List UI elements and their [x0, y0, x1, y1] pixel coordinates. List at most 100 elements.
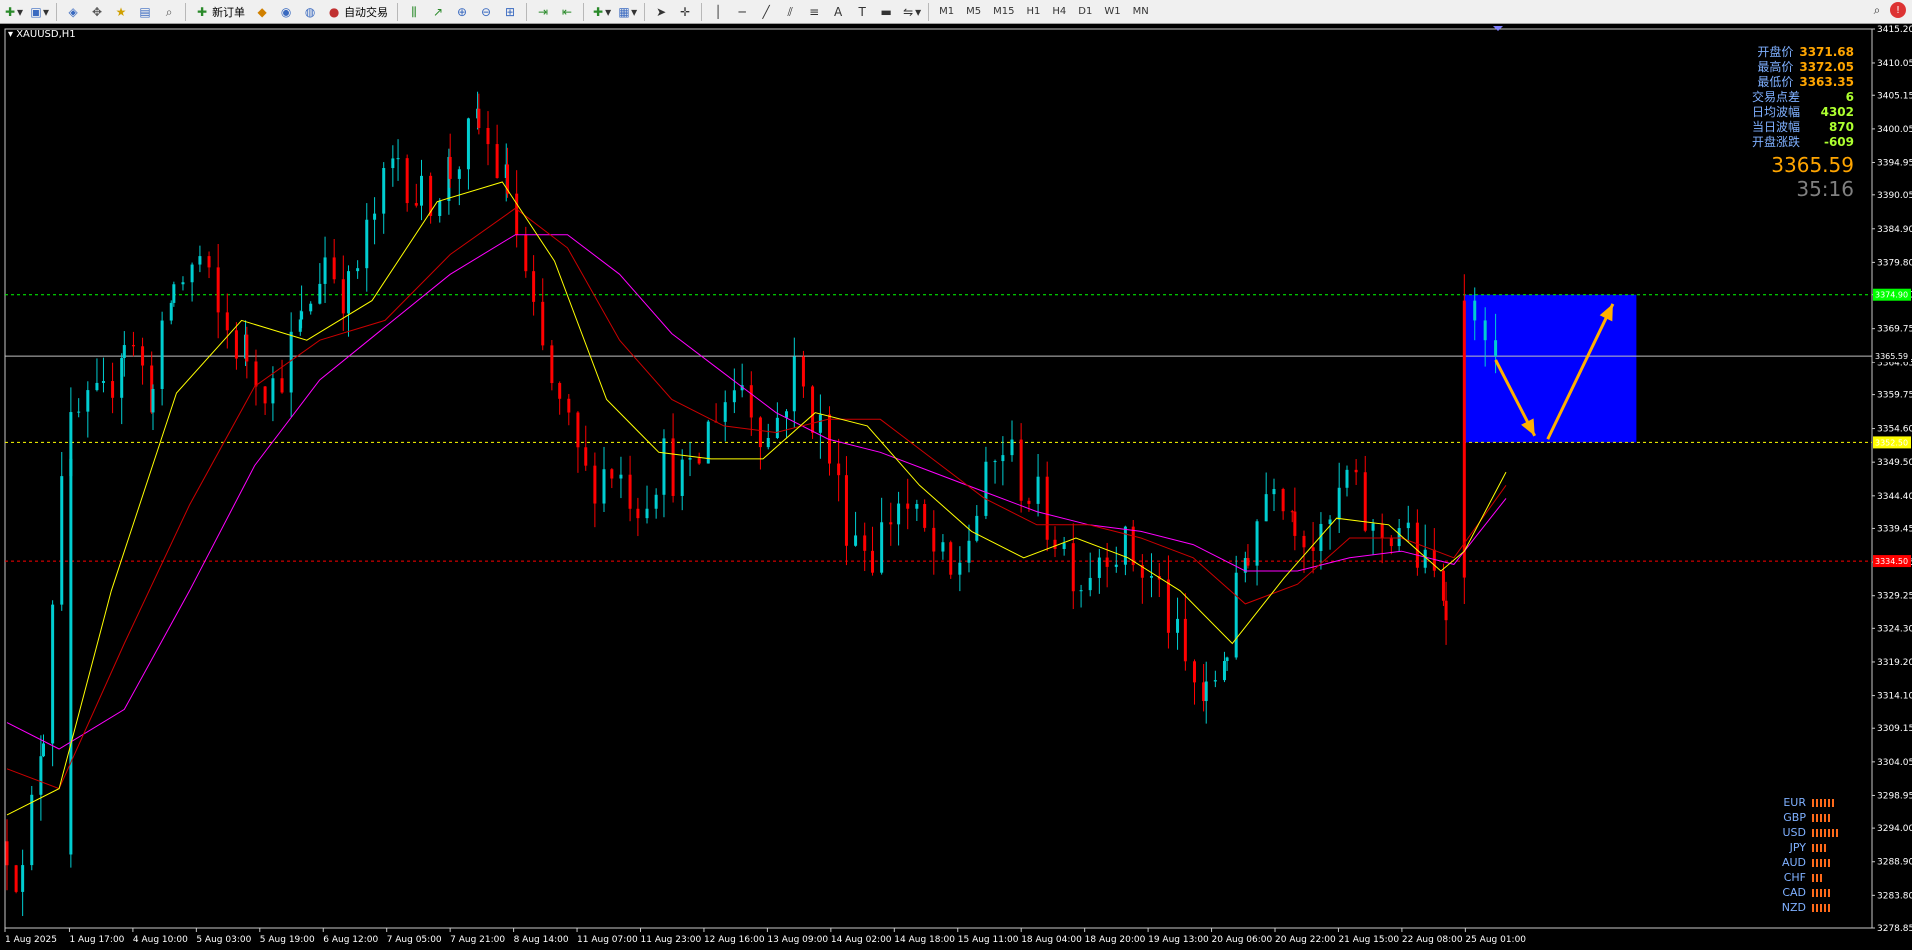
- market-button[interactable]: ◍: [299, 2, 321, 22]
- profiles-button[interactable]: ▣ ▾: [27, 2, 51, 22]
- rectangle-button[interactable]: ▬: [875, 2, 897, 22]
- timeframe-m1[interactable]: M1: [934, 2, 959, 22]
- cursor-button[interactable]: ➤: [650, 2, 672, 22]
- fibonacci-button[interactable]: ≡: [803, 2, 825, 22]
- bar-chart-button[interactable]: ⫼: [403, 2, 425, 22]
- strength-bar: [1816, 813, 1818, 822]
- signals-icon: ◉: [280, 4, 292, 19]
- text-label-button[interactable]: T: [851, 2, 873, 22]
- timeframe-h4[interactable]: H4: [1047, 2, 1071, 22]
- candle-body: [151, 388, 155, 413]
- candle-body: [1345, 469, 1349, 488]
- chart-window[interactable]: 3415.20 3410.05 3405.15 3400.05 3394.95 3390.…: [0, 25, 1912, 950]
- candle-body: [309, 303, 313, 312]
- text-button[interactable]: A: [827, 2, 849, 22]
- vertical-line-button[interactable]: │: [707, 2, 729, 22]
- price-axis-label: 3359.75: [1877, 391, 1912, 401]
- zoom-in-button[interactable]: ⊕: [451, 2, 473, 22]
- terminal-button[interactable]: ▤: [134, 2, 156, 22]
- time-axis-label: 22 Aug 08:00: [1402, 935, 1463, 945]
- data-window-button[interactable]: ✥: [86, 2, 108, 22]
- candle-body: [792, 356, 796, 412]
- price-chart[interactable]: 3415.20 3410.05 3405.15 3400.05 3394.95 3390.…: [0, 25, 1912, 950]
- candle-body: [77, 411, 81, 413]
- auto-trading-button[interactable]: ● 自动交易: [323, 2, 392, 22]
- notification-icon[interactable]: !: [1890, 2, 1906, 18]
- candle-body: [347, 271, 351, 314]
- candle-body: [120, 357, 124, 398]
- info-row: 开盘涨跌 -609: [1752, 135, 1854, 150]
- plot-border: [4, 28, 1873, 929]
- bar-countdown: 35:16: [1796, 177, 1854, 201]
- candle-body: [318, 283, 322, 304]
- strength-bar: [1816, 888, 1818, 897]
- timeframe-mn[interactable]: MN: [1128, 2, 1154, 22]
- strategy-tester-button[interactable]: ⌕: [158, 2, 180, 22]
- trendline-button[interactable]: ╱: [755, 2, 777, 22]
- horizontal-line-button[interactable]: ─: [731, 2, 753, 22]
- candles-group: [5, 91, 1498, 917]
- price-axis-label: 3288.90: [1877, 858, 1912, 868]
- crosshair-button[interactable]: ✛: [674, 2, 696, 22]
- zoom-out-button[interactable]: ⊖: [475, 2, 497, 22]
- candle-body: [1001, 455, 1005, 462]
- symbol-label: ▾ XAUUSD,H1: [8, 29, 76, 40]
- strength-bars: [1812, 843, 1826, 852]
- candle-body: [837, 463, 841, 476]
- market-watch-button[interactable]: ◈: [62, 2, 84, 22]
- candle-body: [111, 381, 115, 398]
- new-order-button[interactable]: ✚ 新订单: [191, 2, 249, 22]
- strength-row: EUR: [1772, 795, 1838, 810]
- indicators-button[interactable]: ✚ ▾: [589, 2, 613, 22]
- candle-body: [1272, 489, 1276, 495]
- candle-body: [1423, 549, 1427, 568]
- channel-button[interactable]: ⫽: [779, 2, 801, 22]
- timeframe-h1[interactable]: H1: [1022, 2, 1046, 22]
- candle-body: [225, 312, 229, 331]
- strength-bar: [1828, 813, 1830, 822]
- navigator-button[interactable]: ★: [110, 2, 132, 22]
- candle-body: [271, 378, 275, 404]
- strength-bar: [1820, 843, 1822, 852]
- candle-body: [289, 331, 293, 393]
- candle-body: [69, 412, 73, 477]
- candle-body: [697, 458, 701, 464]
- price-axis-label: 3369.75: [1877, 325, 1912, 335]
- time-axis-label: 20 Aug 22:00: [1275, 935, 1336, 945]
- line-chart-button[interactable]: ↗: [427, 2, 449, 22]
- tile-windows-button[interactable]: ⊞: [499, 2, 521, 22]
- candle-body: [365, 219, 369, 269]
- ma-slow-line: [6, 234, 1507, 750]
- profiles-icon: ▣: [30, 4, 42, 19]
- new-chart-button[interactable]: ✚ ▾: [1, 2, 25, 22]
- candle-body: [811, 386, 815, 433]
- currency-label: CHF: [1783, 871, 1806, 884]
- strength-bar: [1816, 798, 1818, 807]
- search-icon[interactable]: ⌕: [1870, 3, 1884, 17]
- timeframe-m5[interactable]: M5: [961, 2, 986, 22]
- chart-shift-button[interactable]: ⇥: [532, 2, 554, 22]
- time-axis-label: 8 Aug 14:00: [514, 935, 569, 945]
- periods-button[interactable]: ▦ ▾: [615, 2, 639, 22]
- info-row: 当日波幅 870: [1752, 120, 1854, 135]
- candle-body: [941, 542, 945, 552]
- candle-body: [758, 417, 762, 448]
- timeframe-d1[interactable]: D1: [1073, 2, 1097, 22]
- autoscroll-button[interactable]: ⇤: [556, 2, 578, 22]
- candle-body: [723, 402, 727, 422]
- timeframe-m15[interactable]: M15: [988, 2, 1019, 22]
- candle-body: [949, 542, 953, 575]
- candle-body: [844, 475, 848, 546]
- candle-body: [1088, 577, 1092, 591]
- arrows-button[interactable]: ⇋ ▾: [899, 2, 923, 22]
- strength-bar: [1832, 828, 1834, 837]
- price-axis-label: 3354.60: [1877, 425, 1912, 435]
- candle-body: [932, 527, 936, 552]
- candle-body: [341, 279, 345, 314]
- signals-button[interactable]: ◉: [275, 2, 297, 22]
- timeframe-w1[interactable]: W1: [1099, 2, 1125, 22]
- metaeditor-button[interactable]: ◆: [251, 2, 273, 22]
- price-axis-label: 3304.05: [1877, 758, 1912, 768]
- strength-bar: [1820, 903, 1822, 912]
- candle-body: [1105, 557, 1109, 567]
